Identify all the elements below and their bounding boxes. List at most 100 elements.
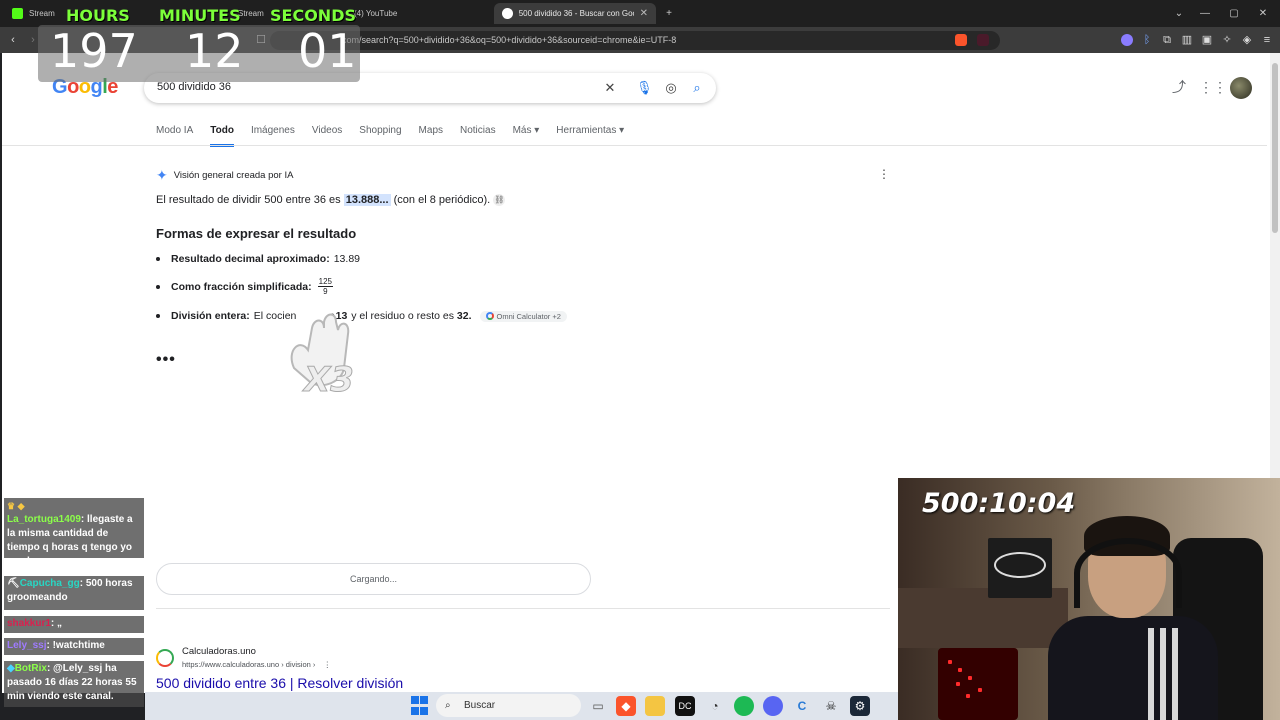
sidebar-icon[interactable]: ▥: [1180, 33, 1194, 47]
jacket-stripe: [1148, 628, 1154, 720]
poster-logo: [994, 552, 1046, 578]
tab-modo-ia[interactable]: Modo IA: [156, 125, 193, 147]
close-window-icon[interactable]: ✕: [1249, 0, 1277, 27]
leo-ai-icon[interactable]: ✧: [1220, 33, 1234, 47]
tab-label: 500 dividido 36 - Buscar con Goo: [518, 9, 634, 18]
link-icon[interactable]: ⛓: [493, 194, 506, 207]
minutes-value: 12: [185, 24, 244, 78]
intro-suffix: (con el 8 periódico).: [390, 194, 491, 206]
dc-app-icon[interactable]: DC: [675, 696, 695, 716]
search-icon[interactable]: ⌕: [689, 80, 705, 96]
numerator: 125: [317, 277, 333, 287]
screen: Stream Stream (4) YouTube 500 dividido 3…: [0, 0, 1280, 720]
brave-rewards-icon[interactable]: [977, 34, 989, 46]
tab-todo[interactable]: Todo: [210, 125, 234, 147]
tab-label: (4) YouTube: [354, 9, 398, 18]
tab-mas-label: Más: [512, 125, 532, 136]
headset: [1074, 538, 1182, 608]
source-chip[interactable]: Omni Calculator +2: [479, 310, 567, 322]
menu-icon[interactable]: ≡: [1260, 33, 1274, 47]
maximize-icon[interactable]: ▢: [1220, 0, 1248, 27]
bullet-label: Como fracción simplificada:: [171, 280, 312, 293]
tab-maps[interactable]: Maps: [419, 125, 443, 147]
source-label: Omni Calculator +2: [496, 311, 561, 321]
ai-sparkle-icon: ✦: [156, 167, 168, 183]
tab-herramientas-label: Herramientas: [556, 125, 617, 136]
intro-text: El resultado de dividir 500 entre 36 es: [156, 194, 344, 206]
more-options-icon[interactable]: ⋮: [878, 167, 890, 181]
brave-shield-icon[interactable]: [955, 34, 967, 46]
result-url: https://www.calculadoras.uno › division …: [182, 660, 331, 669]
share-icon[interactable]: ⤴: [1170, 78, 1188, 96]
seconds-value: 01: [298, 24, 357, 78]
windows-taskbar: ⌕ Buscar ▭ ◆ DC ◔ C ☠ ⚙: [145, 692, 898, 720]
bullet-label: Resultado decimal aproximado:: [171, 253, 330, 265]
jacket-stripe: [1172, 628, 1178, 720]
file-explorer-icon[interactable]: [645, 696, 665, 716]
steam-icon[interactable]: ⚙: [850, 696, 870, 716]
chevron-down-icon: ▾: [619, 125, 625, 136]
result-url-text: https://www.calculadoras.uno › division …: [182, 660, 316, 669]
new-tab-icon[interactable]: +: [655, 0, 683, 27]
apps-grid-icon[interactable]: ⋮⋮: [1199, 78, 1227, 96]
spotify-icon[interactable]: [734, 696, 754, 716]
taskbar-search-placeholder: Buscar: [464, 700, 496, 711]
chat-message: ⛏Capucha_gg: 500 horas groomeando: [4, 576, 144, 610]
tab-noticias[interactable]: Noticias: [460, 125, 496, 147]
hours-label: HOURS: [66, 6, 130, 25]
avatar[interactable]: [1230, 77, 1252, 99]
task-view-icon[interactable]: ▭: [588, 696, 608, 716]
vpn-icon[interactable]: ◈: [1240, 33, 1254, 47]
bullet-dot: [156, 284, 160, 289]
tab-search-icon[interactable]: ⌄: [1165, 0, 1193, 27]
lens-search-icon[interactable]: ◎: [663, 80, 679, 96]
ai-overview-heading: Visión general creada por IA: [173, 169, 294, 181]
results-divider: [156, 608, 890, 609]
skull-app-icon[interactable]: ☠: [821, 696, 841, 716]
recorder-icon[interactable]: ◔: [705, 696, 725, 716]
ccleaner-icon[interactable]: C: [792, 696, 812, 716]
chat-message: shakkur1: „: [4, 616, 144, 633]
chevron-down-icon: ▾: [534, 125, 540, 136]
search-input[interactable]: 500 dividido 36: [157, 81, 231, 93]
pickaxe-badge-icon: ⛏: [7, 578, 20, 589]
tab-label: Stream: [29, 9, 55, 18]
voice-search-icon[interactable]: 🎙: [636, 80, 653, 96]
wallet-icon[interactable]: ▣: [1200, 33, 1214, 47]
extensions-icon[interactable]: ⧉: [1160, 33, 1174, 47]
denominator: 9: [323, 287, 328, 296]
chat-text: : !watchtime: [46, 640, 105, 651]
discord-icon[interactable]: [763, 696, 783, 716]
clear-search-icon[interactable]: ✕: [602, 80, 618, 96]
bot-badge-icon: ◆: [7, 663, 15, 674]
extension-icon[interactable]: [1121, 34, 1133, 46]
tab-mas[interactable]: Más ▾: [513, 125, 540, 147]
tab-shopping[interactable]: Shopping: [359, 125, 401, 147]
show-more-button[interactable]: •••: [156, 351, 176, 369]
chat-message: ◆BotRix: @Lely_ssj ha pasado 16 días 22 …: [4, 661, 144, 707]
tab-google-search[interactable]: 500 dividido 36 - Buscar con Goo ✕: [494, 3, 656, 24]
bullet-dot: [156, 314, 160, 318]
tab-herramientas[interactable]: Herramientas ▾: [556, 125, 624, 147]
brave-browser-icon[interactable]: ◆: [616, 696, 636, 716]
streamer-body: [1048, 616, 1218, 720]
windows-start-icon[interactable]: [411, 696, 431, 716]
bullet-decimal: Resultado decimal aproximado: 13.89: [156, 253, 360, 265]
tab-youtube[interactable]: (4) YouTube: [346, 3, 486, 24]
close-tab-icon[interactable]: ✕: [640, 8, 648, 19]
address-bar[interactable]: com/search?q=500+dividido+36&oq=500+divi…: [270, 31, 1000, 50]
back-icon[interactable]: ‹: [6, 33, 20, 47]
keyboard-led: [966, 694, 970, 698]
result-title-link[interactable]: 500 dividido entre 36 | Resolver divisió…: [156, 675, 403, 691]
scrollbar-thumb[interactable]: [1272, 63, 1278, 233]
bluetooth-icon[interactable]: ᛒ: [1140, 33, 1154, 47]
tab-videos[interactable]: Videos: [312, 125, 342, 147]
result-options-icon[interactable]: ⋮: [324, 660, 332, 669]
keyboard-led: [958, 668, 962, 672]
fraction: 125 9: [317, 277, 333, 296]
highlighted-result: 13.888...: [343, 194, 391, 206]
jacket-stripe: [1160, 628, 1166, 720]
minimize-icon[interactable]: —: [1191, 0, 1219, 27]
taskbar-search[interactable]: ⌕ Buscar: [436, 694, 581, 717]
tab-imagenes[interactable]: Imágenes: [251, 125, 295, 147]
